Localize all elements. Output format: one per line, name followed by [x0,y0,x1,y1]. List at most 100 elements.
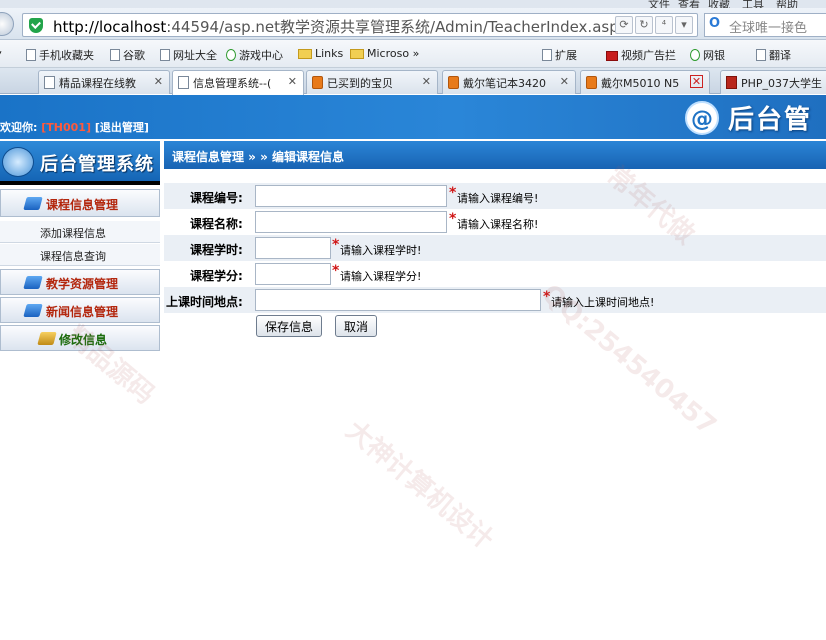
field-label: 上课时间地点: [166,295,243,309]
tab-taobao[interactable]: 已买到的宝贝 ✕ [306,70,438,94]
save-button[interactable]: 保存信息 [256,315,323,337]
sidebar-section-edit[interactable]: 修改信息 [0,325,160,351]
top-banner: @ 后台管 欢迎你: [TH001] [退出管理] [0,95,826,139]
menu-tools[interactable]: 工具 [742,0,764,8]
menu-file[interactable]: 文件 [648,0,670,8]
user-id: [TH001] [41,121,91,134]
field-label: 课程编号: [190,191,243,205]
folder-icon [298,49,312,59]
back-button[interactable] [0,12,14,36]
page-icon [178,76,189,89]
menu-view[interactable]: 查看 [678,0,700,8]
close-icon[interactable]: ✕ [560,75,569,88]
octopus-logo-icon [2,147,34,177]
fav-mobile[interactable]: 手机收藏夹 [26,47,94,63]
fav-arrow-icon[interactable]: ▾ [0,47,2,60]
close-icon[interactable]: ✕ [154,75,163,88]
sidebar-item-add-course[interactable]: 添加课程信息 [0,221,160,243]
sidebar-section-news[interactable]: 新闻信息管理 [0,297,160,323]
search-engine-icon[interactable]: O [709,16,720,31]
form-actions: 保存信息 取消 [164,315,826,341]
favorites-bar: ▾ 手机收藏夹 谷歌 网址大全 游戏中心 Links Microso » 扩展 … [0,40,826,68]
close-icon[interactable]: ✕ [288,75,297,88]
sidebar-section-resource[interactable]: 教学资源管理 [0,269,160,295]
tab-dell2[interactable]: 戴尔M5010 N5 ✕ [580,70,710,94]
fav-translate[interactable]: 翻译 [756,47,791,63]
browser-menu-bar: 文件 查看 收藏 工具 帮助 [0,0,826,8]
welcome-label: 欢迎你: [0,121,38,134]
fav-bank[interactable]: 网银 [690,47,725,63]
compat-icon[interactable]: ⟳ [615,16,633,34]
logout-link[interactable]: [退出管理] [95,121,149,134]
fav-label: 翻译 [769,49,791,62]
grid-icon [542,49,552,61]
at-logo-icon: @ [685,101,719,135]
fav-label: Microso » [367,47,420,60]
web-page: @ 后台管 欢迎你: [TH001] [退出管理] 后台管理系统 课程信息管理 … [0,95,826,640]
taobao-icon [448,76,459,89]
url-input[interactable]: http://localhost:44594/asp.net教学资源共享管理系统… [22,13,698,37]
welcome-bar: 欢迎你: [TH001] [退出管理] [0,119,149,135]
translate-icon [756,49,766,61]
page-icon [110,49,120,61]
fav-microsoft[interactable]: Microso » [350,47,419,60]
required-mark: * [332,263,340,279]
gamepad-icon [226,49,236,61]
speed-icon[interactable]: ⁴ [655,16,673,34]
field-row-course-name: 课程名称: * 请输入课程名称! [164,209,826,235]
menu-favorites[interactable]: 收藏 [708,0,730,8]
section-icon [23,304,43,317]
class-time-place-input[interactable] [255,289,541,311]
field-hint: 请输入课程学分! [340,270,422,283]
page-icon [160,49,170,61]
dropdown-chevron-icon[interactable]: ▾ [675,16,693,34]
field-row-course-id: 课程编号: * 请输入课程编号! [164,183,826,209]
section-label: 课程信息管理 [46,198,119,212]
folder-icon [350,49,364,59]
fav-label: 谷歌 [123,49,145,62]
url-host: http://localhost [53,18,167,36]
sidebar-section-course[interactable]: 课程信息管理 [0,189,160,217]
field-row-course-hours: 课程学时: * 请输入课程学时! [164,235,826,261]
section-icon [23,276,43,289]
course-id-input[interactable] [255,185,447,207]
tab-dell1[interactable]: 戴尔笔记本3420 ✕ [442,70,576,94]
sidebar-header: 后台管理系统 [0,141,160,185]
close-icon[interactable]: ✕ [690,75,703,88]
fav-games[interactable]: 游戏中心 [226,47,283,63]
sidebar: 后台管理系统 课程信息管理 添加课程信息 课程信息查询 教学资源管理 新闻信息管… [0,139,160,640]
url-text[interactable]: http://localhost:44594/asp.net教学资源共享管理系统… [53,16,628,37]
page-icon [726,76,737,89]
close-icon[interactable]: ✕ [422,75,431,88]
url-tools: ⟳ ↻ ⁴ ▾ [613,16,693,34]
tab-course[interactable]: 精品课程在线教 ✕ [38,70,170,94]
field-hint: 请输入课程名称! [457,218,539,231]
section-label: 修改信息 [59,333,108,347]
taobao-icon [586,76,597,89]
sidebar-title: 后台管理系统 [40,154,154,175]
sidebar-item-query-course[interactable]: 课程信息查询 [0,244,160,266]
required-mark: * [449,211,457,227]
section-label: 教学资源管理 [46,277,119,291]
refresh-icon[interactable]: ↻ [635,16,653,34]
field-label: 课程名称: [190,217,243,231]
tab-bar: 精品课程在线教 ✕ 信息管理系统--(✕ 已买到的宝贝 ✕ 戴尔笔记本3420 ✕ 戴… [0,68,826,95]
fav-label: 网址大全 [173,49,217,62]
fav-adblock[interactable]: 视频广告拦 [606,47,676,63]
course-credit-input[interactable] [255,263,331,285]
tab-title: 已买到的宝贝 [327,77,393,90]
required-mark: * [449,185,457,201]
menu-help[interactable]: 帮助 [776,0,798,8]
field-label: 课程学时: [190,243,243,257]
cancel-button[interactable]: 取消 [335,315,378,337]
course-name-input[interactable] [255,211,447,233]
course-hours-input[interactable] [255,237,331,259]
tab-title: 戴尔M5010 N5 [601,77,680,90]
fav-sites[interactable]: 网址大全 [160,47,217,63]
tab-php[interactable]: PHP_037大学生 [720,70,826,94]
fav-google[interactable]: 谷歌 [110,47,145,63]
fav-links[interactable]: Links [298,47,343,60]
fav-extensions[interactable]: 扩展 [542,47,577,63]
tab-admin[interactable]: 信息管理系统--(✕ [172,70,304,95]
search-input[interactable]: O 全球唯一接色 [704,13,826,37]
